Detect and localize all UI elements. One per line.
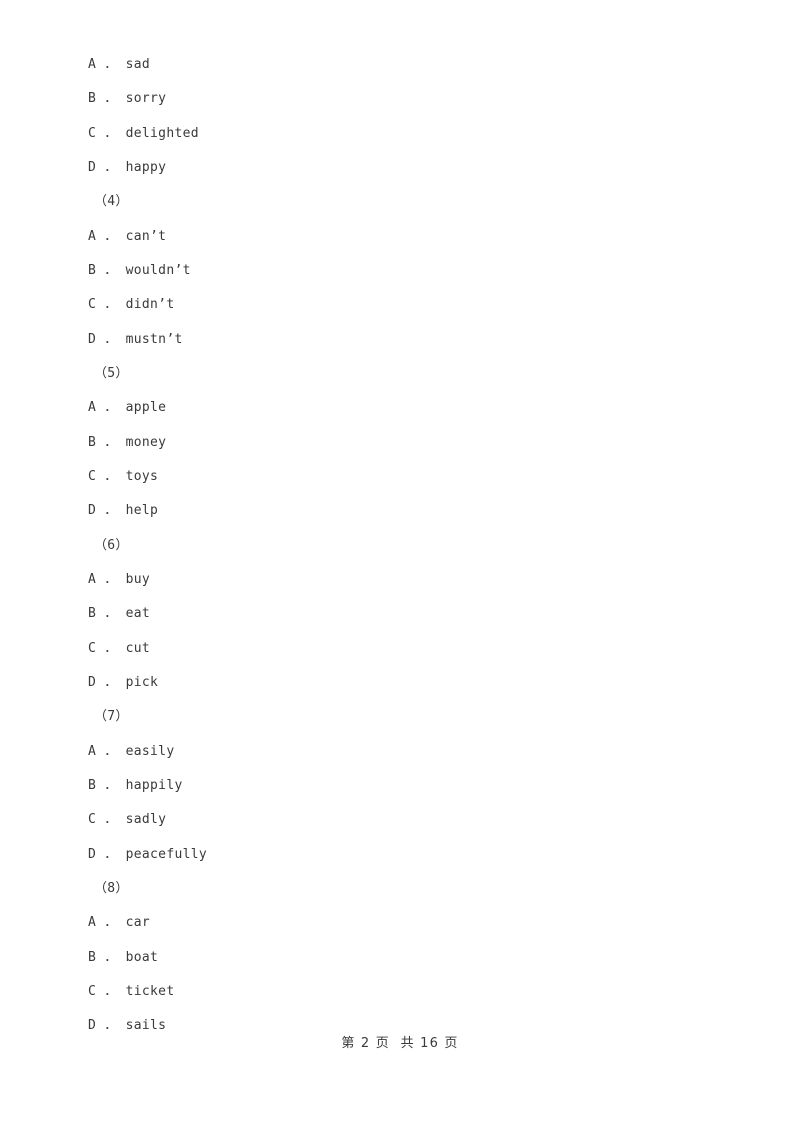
answer-option: D ． pick [88,674,159,690]
answer-option: A ． buy [88,571,151,587]
answer-option: B ． boat [88,949,159,965]
answer-option: B ． wouldn’t [88,262,191,278]
answer-option: C ． didn’t [88,297,175,313]
answer-option: B ． sorry [88,91,167,107]
answer-option: B ． money [88,434,167,450]
answer-option: A ． apple [88,400,167,416]
answer-option: C ． sadly [88,812,167,828]
answer-option: A ． car [88,915,151,931]
question-number: （4） [94,194,129,210]
answer-option: A ． easily [88,743,175,759]
answer-option: C ． toys [88,468,159,484]
answer-option: B ． happily [88,777,183,793]
answer-option: D ． mustn’t [88,331,183,347]
answer-option: C ． ticket [88,983,175,999]
question-number: （5） [94,365,129,381]
answer-option: D ． peacefully [88,846,207,862]
answer-option: A ． can’t [88,228,167,244]
question-number: （6） [94,537,129,553]
answer-option: B ． eat [88,606,151,622]
question-options-list: A ． sad B ． sorry C ． delighted D ． happy （4… [88,48,728,1044]
page-footer: 第 2 页 共 16 页 [341,1036,459,1051]
question-number: （8） [94,880,129,896]
answer-option: D ． happy [88,159,167,175]
answer-option: D ． help [88,503,159,519]
document-page: A ． sad B ． sorry C ． delighted D ． happy （4… [0,0,800,1132]
answer-option: C ． cut [88,640,151,656]
answer-option: C ． delighted [88,125,199,141]
answer-option: A ． sad [88,57,151,72]
question-number: （7） [94,709,129,725]
